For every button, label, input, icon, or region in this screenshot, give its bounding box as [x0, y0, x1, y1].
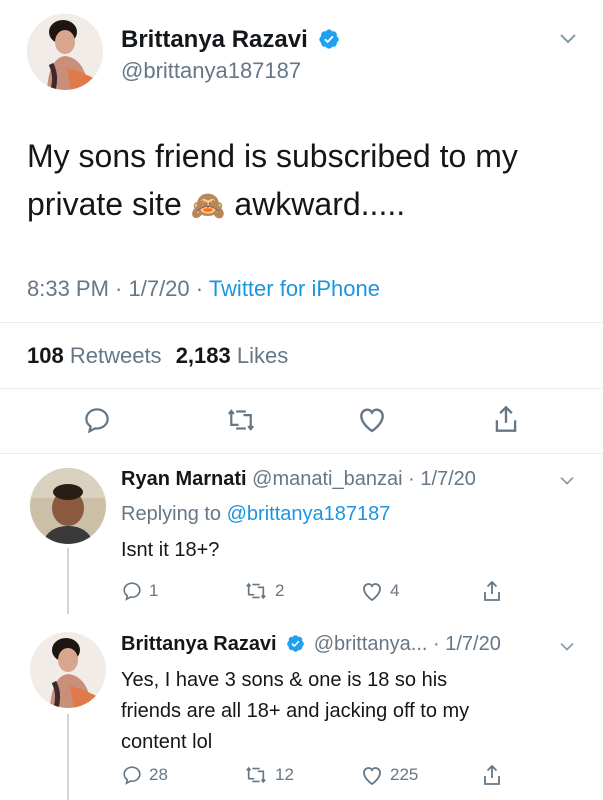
reply2-date[interactable]: · 1/7/20 [433, 633, 501, 655]
avatar-image [27, 14, 103, 90]
divider [0, 453, 603, 454]
share-icon[interactable] [482, 762, 502, 793]
likes-stat[interactable]: 2,183 Likes [176, 343, 289, 368]
reply1-reply-action[interactable]: 1 [121, 580, 158, 602]
tweet-stats: 108 Retweets 2,183 Likes [27, 343, 288, 369]
tweet-text-pre: private site [27, 186, 182, 222]
tweet-text-post: awkward..... [234, 186, 406, 222]
reply1-header: Ryan Marnati @manati_banzai · 1/7/20 [121, 468, 476, 491]
reply2-like-action[interactable]: 225 [360, 764, 418, 786]
divider [0, 388, 603, 389]
tweet-source-link[interactable]: Twitter for iPhone [209, 276, 380, 301]
retweet-count: 2 [275, 581, 285, 600]
avatar-image [30, 632, 106, 708]
tweet-meta: 8:33 PM · 1/7/20 · Twitter for iPhone [27, 276, 380, 302]
retweet-icon [246, 766, 266, 784]
chevron-down-icon[interactable] [558, 32, 578, 51]
reply2-text-line3: content lol [121, 731, 213, 753]
author-avatar[interactable] [27, 14, 103, 90]
reply-icon [123, 582, 141, 601]
like-icon [363, 583, 381, 602]
retweets-count: 108 [27, 343, 64, 368]
reply-count: 28 [149, 765, 168, 784]
reply2-author-handle[interactable]: @brittanya... [314, 633, 428, 655]
reply2-header: Brittanya Razavi @brittanya... · 1/7/20 [121, 633, 501, 656]
reply2-avatar[interactable] [30, 632, 106, 708]
reply-count: 1 [149, 581, 159, 600]
reply2-text-line1: Yes, I have 3 sons & one is 18 so his [121, 669, 448, 691]
like-icon [363, 767, 381, 786]
retweets-label: Retweets [69, 343, 162, 368]
reply2-text: Yes, I have 3 sons & one is 18 so his fr… [121, 665, 591, 758]
verified-icon [319, 29, 340, 49]
reply1-like-action[interactable]: 4 [360, 580, 399, 602]
retweets-stat[interactable]: 108 Retweets [27, 343, 168, 368]
author-name[interactable]: Brittanya Razavi [121, 26, 308, 53]
retweet-icon[interactable] [224, 405, 258, 440]
thread-line [67, 548, 69, 614]
verified-icon [287, 635, 304, 652]
tweet-text: My sons friend is subscribed to my priva… [27, 132, 587, 230]
author-handle[interactable]: @brittanya187187 [121, 58, 301, 84]
reply-icon [123, 766, 141, 785]
replying-to-label: Replying to [121, 503, 222, 525]
share-icon[interactable] [482, 578, 502, 609]
reply1-text: Isnt it 18+? [121, 539, 220, 561]
reply1-author-handle[interactable]: @manati_banzai [252, 468, 402, 490]
tweet-text-line2: private site 🙈 awkward..... [27, 180, 587, 230]
replying-to-handle[interactable]: @brittanya187187 [227, 503, 391, 525]
chevron-down-icon[interactable] [558, 474, 576, 492]
reply-avatar[interactable] [30, 468, 106, 544]
like-icon[interactable] [356, 404, 388, 439]
reply1-context: Replying to @brittanya187187 [121, 503, 390, 526]
reply2-text-line2: friends are all 18+ and jacking off to m… [121, 700, 470, 722]
chevron-down-icon[interactable] [558, 640, 576, 658]
thread-line [67, 714, 69, 800]
likes-label: Likes [236, 343, 289, 368]
likes-count: 2,183 [175, 343, 231, 368]
tweet-timestamp[interactable]: 8:33 PM · 1/7/20 · [27, 276, 203, 301]
reply2-retweet-action[interactable]: 12 [243, 764, 294, 786]
monkey-emoji: 🙈 [190, 190, 226, 221]
divider [0, 322, 603, 323]
author-name-row[interactable]: Brittanya Razavi [121, 26, 340, 54]
reply-icon[interactable] [82, 405, 112, 440]
retweet-icon [246, 582, 266, 600]
reply1-date[interactable]: · 1/7/20 [408, 468, 476, 490]
retweet-count: 12 [275, 765, 294, 784]
reply2-author-name[interactable]: Brittanya Razavi [121, 633, 277, 655]
reply1-author-name[interactable]: Ryan Marnati [121, 468, 247, 490]
share-icon[interactable] [493, 403, 519, 440]
reply1-retweet-action[interactable]: 2 [243, 580, 284, 602]
reply2-reply-action[interactable]: 28 [121, 764, 168, 786]
like-count: 225 [390, 765, 419, 784]
tweet-text-line1: My sons friend is subscribed to my [27, 138, 518, 174]
avatar-image [30, 468, 106, 544]
like-count: 4 [390, 581, 400, 600]
